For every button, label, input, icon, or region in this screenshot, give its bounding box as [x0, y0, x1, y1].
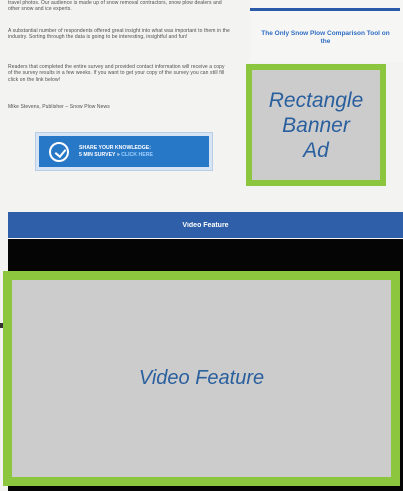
- newsletter-page: travel photos. Our audience is made up o…: [0, 0, 403, 491]
- article-signature: Mike Stevens, Publisher – Snow Plow News: [8, 104, 110, 110]
- video-feature-header: Video Feature: [8, 212, 403, 238]
- survey-button-text: SHARE YOUR KNOWLEDGE: 5 MIN SURVEY » CLI…: [79, 145, 209, 159]
- survey-button-line-2: 5 MIN SURVEY » CLICK HERE: [79, 152, 209, 159]
- checkmark-icon: [49, 142, 69, 162]
- sidebar-divider: [250, 8, 400, 11]
- video-feature-placeholder-label: Video Feature: [138, 367, 265, 389]
- comparison-tool-title[interactable]: The Only Snow Plow Comparison Tool on th…: [258, 30, 393, 46]
- video-feature-header-label: Video Feature: [182, 221, 229, 229]
- sidebar-promo: The Only Snow Plow Comparison Tool on th…: [250, 0, 403, 62]
- rectangle-banner-ad-label: Rectangle Banner Ad: [268, 88, 364, 162]
- rectangle-banner-ad[interactable]: Rectangle Banner Ad: [246, 64, 386, 186]
- article-column: travel photos. Our audience is made up o…: [8, 0, 236, 200]
- article-paragraph-2: A substantial number of respondents offe…: [8, 28, 230, 41]
- survey-button-line-1: SHARE YOUR KNOWLEDGE:: [79, 145, 151, 151]
- article-paragraph-1: travel photos. Our audience is made up o…: [8, 0, 222, 13]
- video-feature-placeholder[interactable]: Video Feature: [3, 271, 400, 486]
- survey-click-here-link[interactable]: CLICK HERE: [121, 152, 153, 158]
- survey-button[interactable]: SHARE YOUR KNOWLEDGE: 5 MIN SURVEY » CLI…: [36, 133, 212, 170]
- article-paragraph-3: Readers that completed the entire survey…: [8, 64, 225, 83]
- edge-mark: [0, 323, 3, 328]
- survey-button-cta: 5 MIN SURVEY »: [79, 152, 120, 158]
